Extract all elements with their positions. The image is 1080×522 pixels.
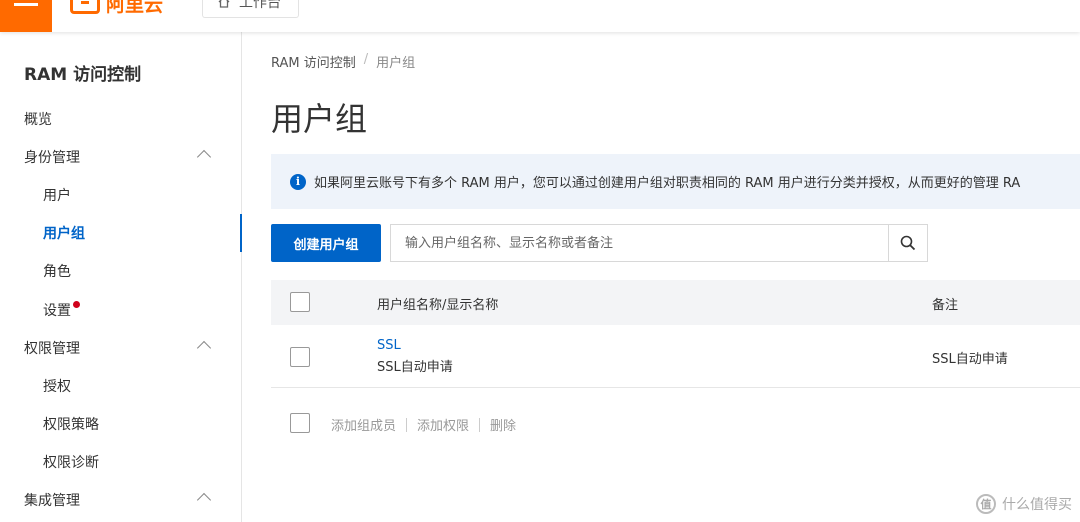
- group-note: SSL自动申请: [932, 352, 1008, 367]
- add-permission-button[interactable]: 添加权限: [417, 415, 469, 434]
- add-members-button[interactable]: 添加组成员: [331, 415, 396, 434]
- sidebar-group-identity[interactable]: 身份管理: [0, 138, 241, 176]
- header-note: 备注: [932, 298, 959, 313]
- row-checkbox[interactable]: [290, 347, 310, 367]
- sidebar-item-users[interactable]: 用户: [0, 176, 241, 214]
- group-display-name: SSL自动申请: [377, 360, 453, 375]
- divider: [406, 417, 408, 432]
- batch-actions: 添加组成员 添加权限 删除: [271, 409, 1080, 439]
- sidebar-item-label: 权限诊断: [43, 455, 99, 471]
- sidebar-item-settings[interactable]: 设置: [0, 291, 241, 329]
- info-banner: i 如果阿里云账号下有多个 RAM 用户，您可以通过创建用户组对职责相同的 RA…: [271, 154, 1080, 209]
- info-text: 如果阿里云账号下有多个 RAM 用户，您可以通过创建用户组对职责相同的 RAM …: [314, 176, 1021, 191]
- page-title: 用户组: [271, 100, 368, 138]
- sidebar-item-label: 权限策略: [43, 417, 99, 433]
- group-name-cell: SSL SSL自动申请: [377, 338, 453, 375]
- header-name: 用户组名称/显示名称: [377, 298, 499, 313]
- table-row: SSL SSL自动申请 SSL自动申请: [271, 325, 1080, 388]
- sidebar-title: RAM 访问控制: [24, 65, 142, 85]
- sidebar-group-integration[interactable]: 集成管理: [0, 481, 241, 519]
- sidebar-item-label: 用户: [43, 188, 71, 204]
- workbench-label: 工作台: [239, 0, 281, 11]
- logo-text: 阿里云: [106, 0, 164, 16]
- search-box: [390, 224, 928, 262]
- menu-button[interactable]: [0, 0, 52, 32]
- delete-button[interactable]: 删除: [490, 415, 516, 434]
- sidebar-item-roles[interactable]: 角色: [0, 252, 241, 290]
- select-all-checkbox[interactable]: [290, 292, 310, 312]
- top-bar: 阿里云 工作台: [0, 0, 1080, 32]
- info-icon: i: [290, 173, 306, 190]
- sidebar-group-permissions[interactable]: 权限管理: [0, 329, 241, 367]
- search-button[interactable]: [888, 225, 927, 261]
- breadcrumb-current: 用户组: [376, 56, 416, 71]
- sidebar-item-policies[interactable]: 权限策略: [0, 405, 241, 443]
- sidebar-item-label: 用户组: [43, 226, 85, 242]
- notification-dot: [73, 300, 80, 308]
- sidebar-item-overview[interactable]: 概览: [0, 100, 241, 138]
- aliyun-logo-icon: [70, 0, 100, 14]
- sidebar-item-label: 概览: [24, 112, 52, 128]
- chevron-up-icon: [196, 492, 212, 508]
- main-content: RAM 访问控制 / 用户组 用户组 i 如果阿里云账号下有多个 RAM 用户，…: [243, 32, 1080, 522]
- table-header: 用户组名称/显示名称 备注: [271, 280, 1080, 325]
- sidebar-item-label: 角色: [43, 264, 71, 280]
- watermark: 值 什么值得买: [976, 494, 1072, 514]
- sidebar-item-user-groups[interactable]: 用户组: [0, 214, 242, 252]
- home-icon: [218, 0, 230, 8]
- sidebar-item-grants[interactable]: 授权: [0, 367, 241, 405]
- sidebar-item-label: 权限管理: [24, 341, 80, 357]
- create-user-group-button[interactable]: 创建用户组: [271, 224, 381, 262]
- divider: [479, 417, 481, 432]
- sidebar-item-label: 设置: [43, 303, 71, 319]
- sidebar-item-label: 集成管理: [24, 493, 80, 509]
- breadcrumb: RAM 访问控制 / 用户组: [271, 52, 415, 71]
- search-input[interactable]: [391, 225, 888, 261]
- sidebar-item-label: 授权: [43, 379, 71, 395]
- chevron-up-icon: [196, 149, 212, 165]
- batch-action-group: 添加组成员 添加权限 删除: [331, 415, 516, 434]
- chevron-up-icon: [196, 340, 212, 356]
- hamburger-icon-line: [14, 3, 38, 6]
- batch-select-checkbox[interactable]: [290, 413, 310, 433]
- sidebar: RAM 访问控制 概览 身份管理 用户 用户组 角色 设置 权限管理 授权 权限…: [0, 32, 242, 522]
- workbench-button[interactable]: 工作台: [202, 0, 299, 18]
- breadcrumb-root[interactable]: RAM 访问控制: [271, 52, 356, 71]
- user-group-table: 用户组名称/显示名称 备注 SSL SSL自动申请 SSL自动申请: [271, 280, 1080, 388]
- sidebar-item-label: 身份管理: [24, 150, 80, 166]
- sidebar-item-diagnosis[interactable]: 权限诊断: [0, 443, 241, 481]
- watermark-icon: 值: [976, 494, 996, 514]
- aliyun-logo[interactable]: 阿里云: [70, 0, 163, 18]
- group-name-link[interactable]: SSL: [377, 338, 453, 353]
- search-icon: [900, 235, 916, 251]
- breadcrumb-separator: /: [363, 52, 369, 67]
- watermark-text: 什么值得买: [1002, 497, 1072, 513]
